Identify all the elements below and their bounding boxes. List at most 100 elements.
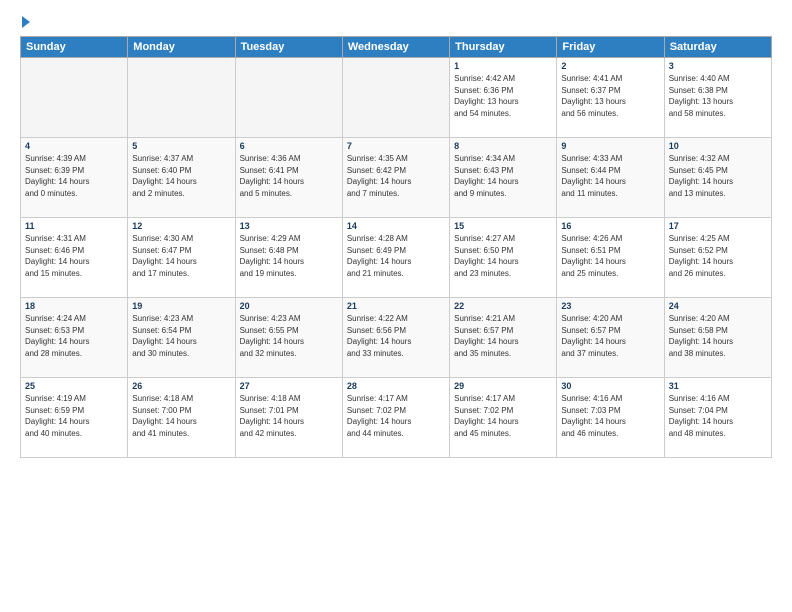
day-info: Sunrise: 4:40 AMSunset: 6:38 PMDaylight:… <box>669 73 767 119</box>
day-info: Sunrise: 4:27 AMSunset: 6:50 PMDaylight:… <box>454 233 552 279</box>
calendar-cell: 29 Sunrise: 4:17 AMSunset: 7:02 PMDayligh… <box>450 378 557 458</box>
day-number: 27 <box>240 381 338 391</box>
day-number: 2 <box>561 61 659 71</box>
calendar-cell: 1Sunrise: 4:42 AMSunset: 6:36 PMDaylight… <box>450 58 557 138</box>
day-number: 30 <box>561 381 659 391</box>
day-number: 25 <box>25 381 123 391</box>
day-info: Sunrise: 4:35 AMSunset: 6:42 PMDaylight:… <box>347 153 445 199</box>
day-info: Sunrise: 4:39 AMSunset: 6:39 PMDaylight:… <box>25 153 123 199</box>
calendar-cell: 19 Sunrise: 4:23 AMSunset: 6:54 PMDayligh… <box>128 298 235 378</box>
day-number: 16 <box>561 221 659 231</box>
calendar-cell: 21Sunrise: 4:22 AMSunset: 6:56 PMDayligh… <box>342 298 449 378</box>
day-info: Sunrise: 4:17 AMSunset: 7:02 PMDaylight:… <box>454 393 552 439</box>
calendar-header-thursday: Thursday <box>450 37 557 58</box>
day-info: Sunrise: 4:18 AMSunset: 7:01 PMDaylight:… <box>240 393 338 439</box>
day-number: 29 <box>454 381 552 391</box>
day-number: 1 <box>454 61 552 71</box>
page: SundayMondayTuesdayWednesdayThursdayFrid… <box>0 0 792 612</box>
calendar-cell: 25 Sunrise: 4:19 AMSunset: 6:59 PMDayligh… <box>21 378 128 458</box>
day-info: Sunrise: 4:32 AMSunset: 6:45 PMDaylight:… <box>669 153 767 199</box>
day-number: 10 <box>669 141 767 151</box>
calendar-cell: 26 Sunrise: 4:18 AMSunset: 7:00 PMDayligh… <box>128 378 235 458</box>
calendar-header-monday: Monday <box>128 37 235 58</box>
calendar-cell: 5Sunrise: 4:37 AMSunset: 6:40 PMDaylight… <box>128 138 235 218</box>
day-info: Sunrise: 4:23 AMSunset: 6:55 PMDaylight:… <box>240 313 338 359</box>
calendar-cell: 27 Sunrise: 4:18 AMSunset: 7:01 PMDayligh… <box>235 378 342 458</box>
day-number: 20 <box>240 301 338 311</box>
calendar-week-4: 18Sunrise: 4:24 AMSunset: 6:53 PMDayligh… <box>21 298 772 378</box>
calendar-cell: 3 Sunrise: 4:40 AMSunset: 6:38 PMDaylight… <box>664 58 771 138</box>
day-info: Sunrise: 4:30 AMSunset: 6:47 PMDaylight:… <box>132 233 230 279</box>
day-info: Sunrise: 4:16 AMSunset: 7:04 PMDaylight:… <box>669 393 767 439</box>
day-info: Sunrise: 4:17 AMSunset: 7:02 PMDaylight:… <box>347 393 445 439</box>
calendar-cell: 22 Sunrise: 4:21 AMSunset: 6:57 PMDayligh… <box>450 298 557 378</box>
day-number: 19 <box>132 301 230 311</box>
calendar-header-wednesday: Wednesday <box>342 37 449 58</box>
calendar-cell: 4 Sunrise: 4:39 AMSunset: 6:39 PMDaylight… <box>21 138 128 218</box>
day-info: Sunrise: 4:19 AMSunset: 6:59 PMDaylight:… <box>25 393 123 439</box>
calendar-cell: 12Sunrise: 4:30 AMSunset: 6:47 PMDayligh… <box>128 218 235 298</box>
day-number: 13 <box>240 221 338 231</box>
calendar-week-2: 4 Sunrise: 4:39 AMSunset: 6:39 PMDaylight… <box>21 138 772 218</box>
day-number: 24 <box>669 301 767 311</box>
day-number: 22 <box>454 301 552 311</box>
day-info: Sunrise: 4:20 AMSunset: 6:58 PMDaylight:… <box>669 313 767 359</box>
logo-arrow-icon <box>22 16 30 28</box>
day-info: Sunrise: 4:20 AMSunset: 6:57 PMDaylight:… <box>561 313 659 359</box>
day-info: Sunrise: 4:34 AMSunset: 6:43 PMDaylight:… <box>454 153 552 199</box>
calendar-header-sunday: Sunday <box>21 37 128 58</box>
day-info: Sunrise: 4:33 AMSunset: 6:44 PMDaylight:… <box>561 153 659 199</box>
day-number: 8 <box>454 141 552 151</box>
calendar-cell: 18Sunrise: 4:24 AMSunset: 6:53 PMDayligh… <box>21 298 128 378</box>
calendar-cell: 20 Sunrise: 4:23 AMSunset: 6:55 PMDayligh… <box>235 298 342 378</box>
calendar-week-3: 11 Sunrise: 4:31 AMSunset: 6:46 PMDayligh… <box>21 218 772 298</box>
day-number: 6 <box>240 141 338 151</box>
day-info: Sunrise: 4:21 AMSunset: 6:57 PMDaylight:… <box>454 313 552 359</box>
calendar-cell: 6 Sunrise: 4:36 AMSunset: 6:41 PMDaylight… <box>235 138 342 218</box>
calendar-cell: 9Sunrise: 4:33 AMSunset: 6:44 PMDaylight… <box>557 138 664 218</box>
calendar-header-row: SundayMondayTuesdayWednesdayThursdayFrid… <box>21 37 772 58</box>
calendar-cell: 15Sunrise: 4:27 AMSunset: 6:50 PMDayligh… <box>450 218 557 298</box>
day-info: Sunrise: 4:29 AMSunset: 6:48 PMDaylight:… <box>240 233 338 279</box>
day-info: Sunrise: 4:28 AMSunset: 6:49 PMDaylight:… <box>347 233 445 279</box>
day-number: 5 <box>132 141 230 151</box>
day-info: Sunrise: 4:24 AMSunset: 6:53 PMDaylight:… <box>25 313 123 359</box>
day-number: 17 <box>669 221 767 231</box>
day-info: Sunrise: 4:22 AMSunset: 6:56 PMDaylight:… <box>347 313 445 359</box>
calendar-cell <box>235 58 342 138</box>
header <box>20 16 772 28</box>
day-info: Sunrise: 4:25 AMSunset: 6:52 PMDaylight:… <box>669 233 767 279</box>
calendar-cell: 2Sunrise: 4:41 AMSunset: 6:37 PMDaylight… <box>557 58 664 138</box>
day-number: 23 <box>561 301 659 311</box>
day-info: Sunrise: 4:31 AMSunset: 6:46 PMDaylight:… <box>25 233 123 279</box>
calendar: SundayMondayTuesdayWednesdayThursdayFrid… <box>20 36 772 458</box>
calendar-header-tuesday: Tuesday <box>235 37 342 58</box>
logo-text <box>20 16 30 28</box>
calendar-cell: 7 Sunrise: 4:35 AMSunset: 6:42 PMDaylight… <box>342 138 449 218</box>
calendar-cell: 28Sunrise: 4:17 AMSunset: 7:02 PMDayligh… <box>342 378 449 458</box>
day-number: 14 <box>347 221 445 231</box>
calendar-cell: 23 Sunrise: 4:20 AMSunset: 6:57 PMDayligh… <box>557 298 664 378</box>
day-number: 11 <box>25 221 123 231</box>
calendar-cell: 16 Sunrise: 4:26 AMSunset: 6:51 PMDayligh… <box>557 218 664 298</box>
calendar-week-5: 25 Sunrise: 4:19 AMSunset: 6:59 PMDayligh… <box>21 378 772 458</box>
day-info: Sunrise: 4:26 AMSunset: 6:51 PMDaylight:… <box>561 233 659 279</box>
day-number: 3 <box>669 61 767 71</box>
day-number: 26 <box>132 381 230 391</box>
calendar-week-1: 1Sunrise: 4:42 AMSunset: 6:36 PMDaylight… <box>21 58 772 138</box>
calendar-header-friday: Friday <box>557 37 664 58</box>
calendar-cell: 8 Sunrise: 4:34 AMSunset: 6:43 PMDaylight… <box>450 138 557 218</box>
logo <box>20 16 30 28</box>
day-number: 7 <box>347 141 445 151</box>
calendar-header-saturday: Saturday <box>664 37 771 58</box>
day-info: Sunrise: 4:36 AMSunset: 6:41 PMDaylight:… <box>240 153 338 199</box>
calendar-cell: 14 Sunrise: 4:28 AMSunset: 6:49 PMDayligh… <box>342 218 449 298</box>
day-number: 4 <box>25 141 123 151</box>
day-info: Sunrise: 4:23 AMSunset: 6:54 PMDaylight:… <box>132 313 230 359</box>
day-number: 31 <box>669 381 767 391</box>
day-info: Sunrise: 4:18 AMSunset: 7:00 PMDaylight:… <box>132 393 230 439</box>
calendar-cell: 13 Sunrise: 4:29 AMSunset: 6:48 PMDayligh… <box>235 218 342 298</box>
day-info: Sunrise: 4:16 AMSunset: 7:03 PMDaylight:… <box>561 393 659 439</box>
calendar-cell <box>342 58 449 138</box>
calendar-cell: 24 Sunrise: 4:20 AMSunset: 6:58 PMDayligh… <box>664 298 771 378</box>
